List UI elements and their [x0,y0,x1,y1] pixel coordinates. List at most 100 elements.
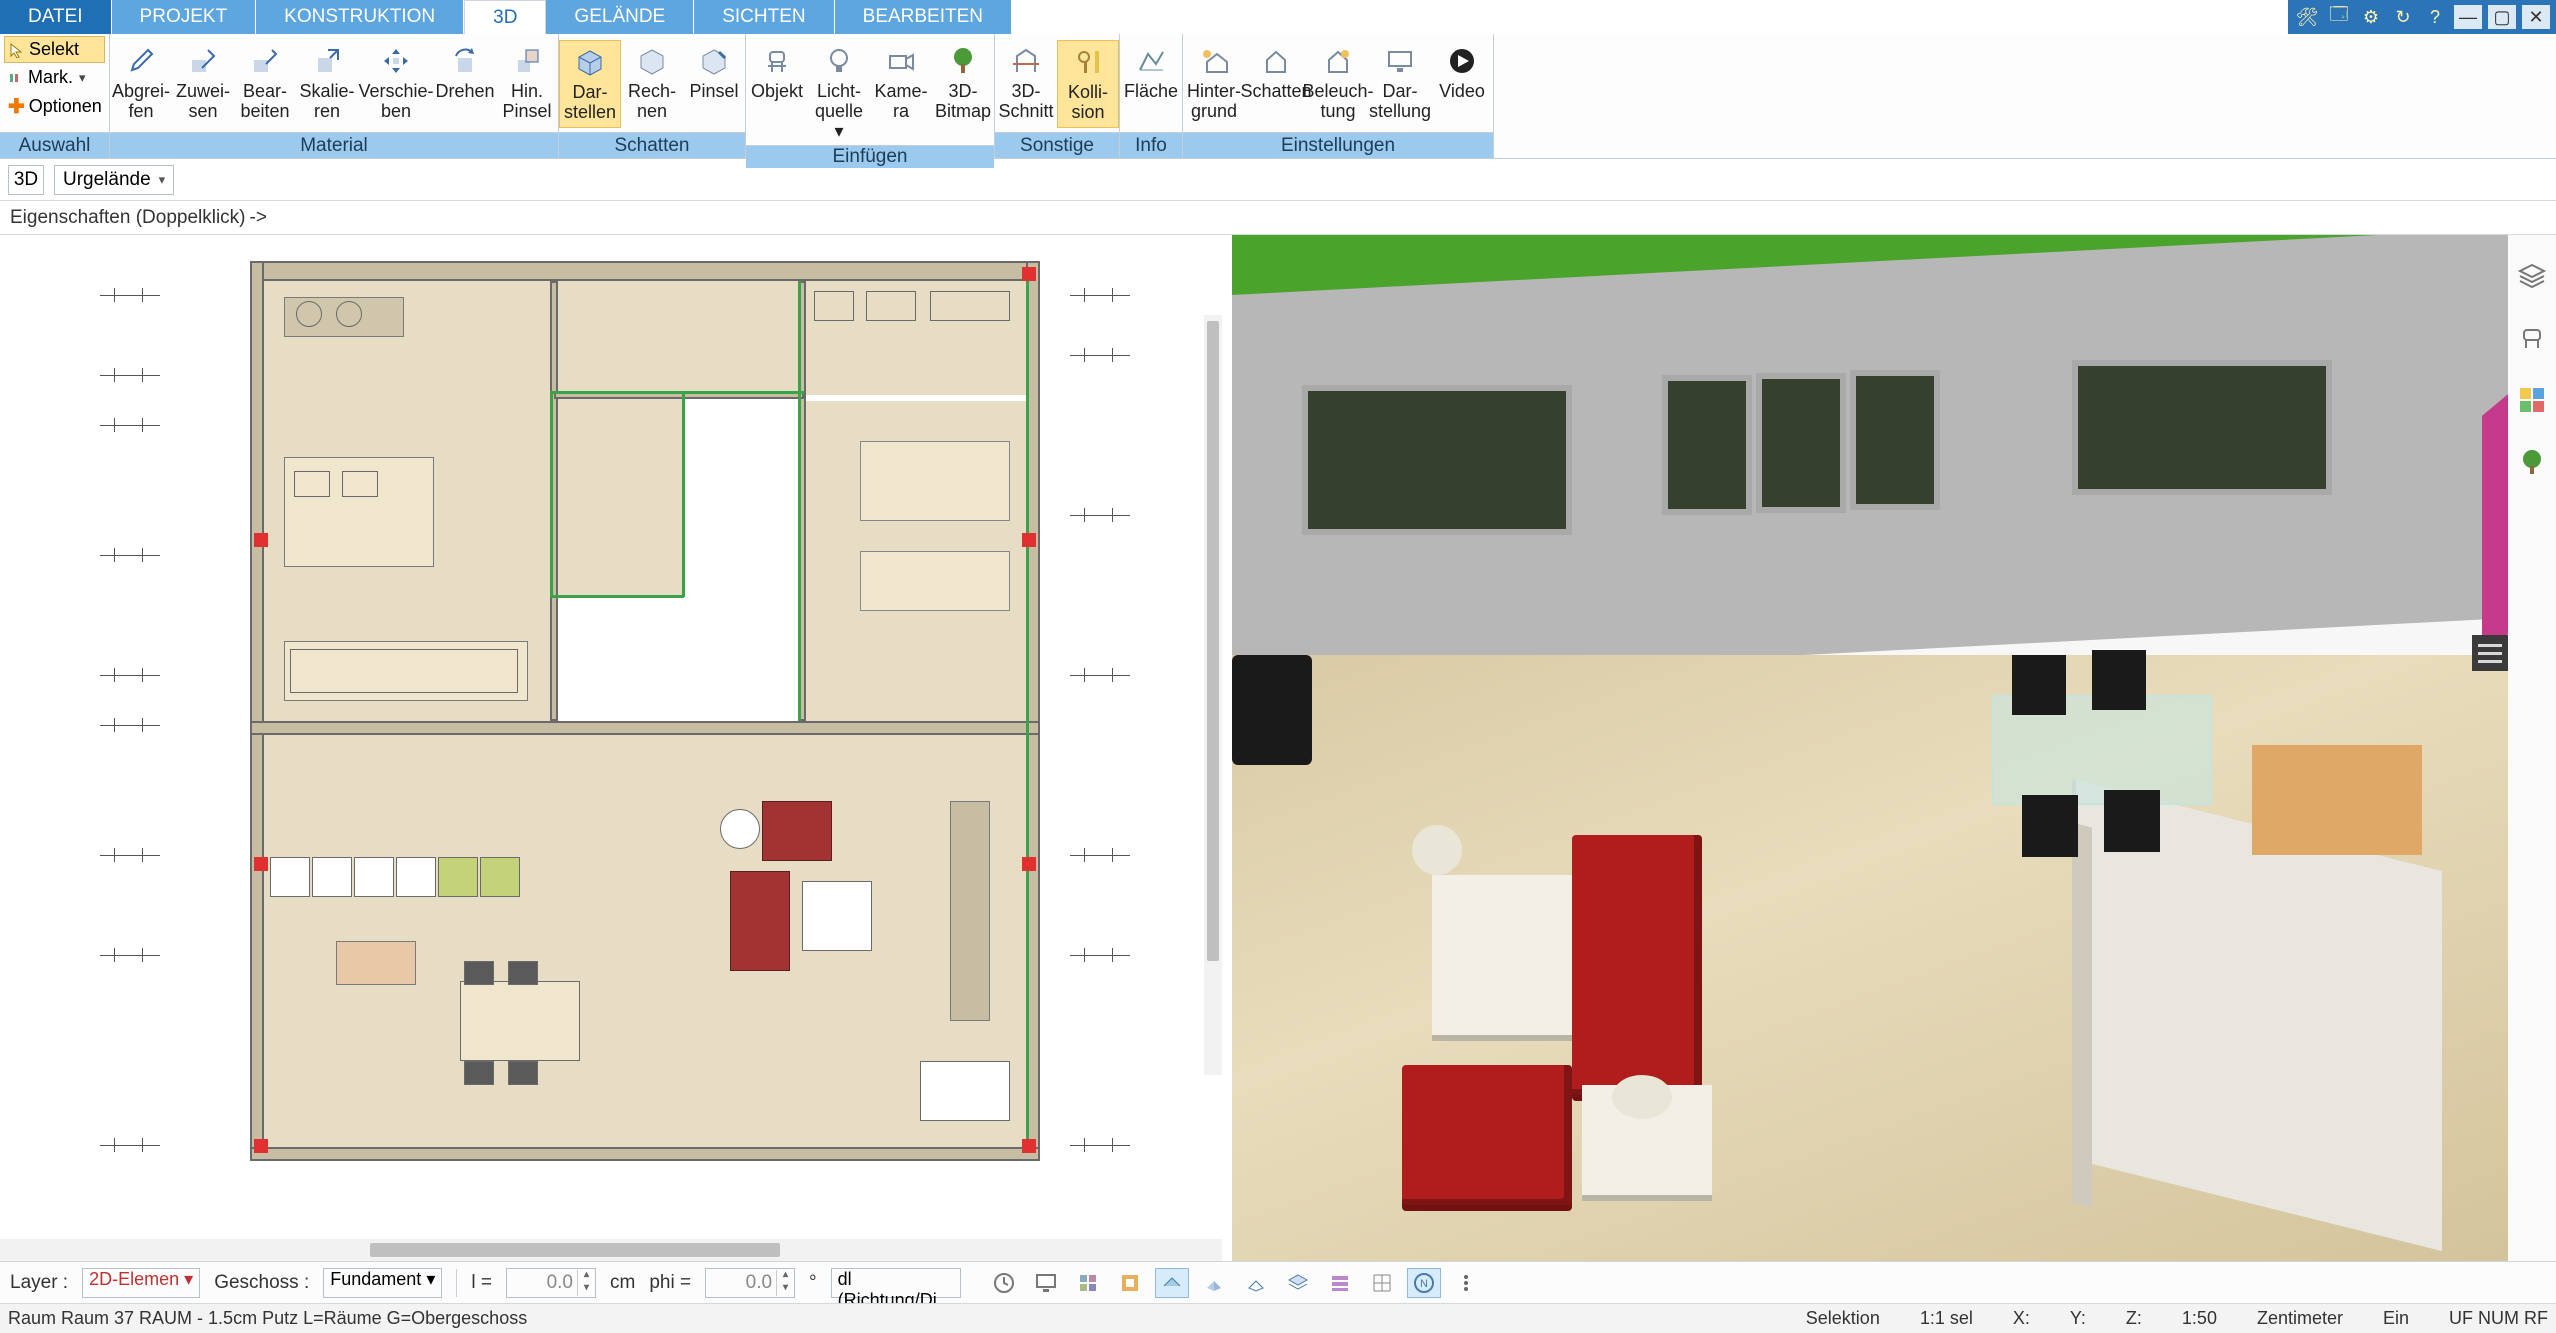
minimize-icon[interactable]: — [2454,5,2482,29]
camera-icon [882,44,920,78]
property-bar[interactable]: Eigenschaften (Doppelklick)-> [0,201,2556,235]
updates-icon[interactable]: ↻ [2390,4,2416,30]
3dbitmap-l1: 3D- [948,82,977,102]
dim-col-left [100,255,190,1175]
zuweisen-l2: sen [188,102,217,122]
lichtquelle-button[interactable]: Licht-quelle ▾ [808,40,870,145]
house-bg-icon [1195,44,1233,78]
phi-field[interactable]: 0.0▴▾ [705,1268,795,1298]
rechnen-button[interactable]: Rech-nen [621,40,683,126]
kollision-l1: Kolli- [1068,83,1108,103]
bearbeiten-button[interactable]: Bear-beiten [234,40,296,126]
beleuchtung-l2: tung [1320,102,1355,122]
spin-down-icon[interactable]: ▾ [577,1283,595,1296]
l-field[interactable]: 0.0▴▾ [506,1268,596,1298]
beleuchtung-button[interactable]: Beleuch-tung [1307,40,1369,126]
3dschnitt-button[interactable]: 3D-Schnitt [995,40,1057,126]
schatten-button[interactable]: Schatten [1245,40,1307,106]
kamera-button[interactable]: Kame-ra [870,40,932,126]
gelaende-value: Urgelände [63,169,151,191]
right-flyout-handle[interactable] [2472,635,2508,671]
zuweisen-button[interactable]: Zuwei-sen [172,40,234,126]
3d-render[interactable] [1232,235,2508,1261]
vertical-scrollbar[interactable] [1204,315,1222,1075]
menu-tab-datei[interactable]: DATEI [0,0,112,34]
hintergrund-button[interactable]: Hinter-grund [1183,40,1245,126]
selekt-label: Selekt [29,39,79,60]
spin-down-icon[interactable]: ▾ [776,1283,794,1296]
3dbitmap-button[interactable]: 3D-Bitmap [932,40,994,126]
2d-canvas[interactable] [0,235,1222,1239]
group-label-sonstige: Sonstige [995,132,1119,158]
horizontal-scrollbar[interactable] [0,1239,1222,1261]
darstellung-button[interactable]: Dar-stellung [1369,40,1431,126]
spin-up-icon[interactable]: ▴ [577,1270,595,1283]
grid-icon[interactable] [1365,1268,1399,1298]
save-icon[interactable]: 🗔 [2326,4,2352,30]
help-icon[interactable]: ? [2422,4,2448,30]
darstellen-button[interactable]: Dar-stellen [559,40,621,128]
close-icon[interactable]: ✕ [2522,5,2550,29]
spin-up-icon[interactable]: ▴ [776,1270,794,1283]
3dbitmap-l2: Bitmap [935,102,991,122]
palette-icon[interactable] [1113,1268,1147,1298]
objekt-button[interactable]: Objekt [746,40,808,106]
v-scroll-thumb[interactable] [1207,321,1219,961]
abgreifen-button[interactable]: Abgrei-fen [110,40,172,126]
menu-tab-projekt[interactable]: PROJEKT [112,0,257,34]
dropper-icon [122,44,160,78]
wrench-icon[interactable]: 🛠 [2294,4,2320,30]
grid3d-icon[interactable] [1071,1268,1105,1298]
dining-chair-3d [2104,790,2160,852]
dim-col-right [1070,255,1160,1175]
menu-tab-sichten[interactable]: SICHTEN [694,0,834,34]
palette-icon[interactable] [2515,383,2549,417]
layers-icon[interactable] [1281,1268,1315,1298]
more-icon[interactable] [1449,1268,1483,1298]
iso-left-icon[interactable] [1197,1268,1231,1298]
video-button[interactable]: Video [1431,40,1493,106]
viewmode-tag[interactable]: 3D [8,165,44,195]
menu-tab-gelaende[interactable]: GELÄNDE [546,0,694,34]
selekt-button[interactable]: Selekt [4,36,105,63]
layers-icon[interactable] [2515,259,2549,293]
verschieben-button[interactable]: Verschie-ben [358,40,434,126]
iso-right-icon[interactable] [1239,1268,1273,1298]
furniture-icon[interactable] [2515,321,2549,355]
layer-combo[interactable]: 2D-Elemen ▾ [82,1268,200,1298]
optionen-button[interactable]: ✚ Optionen [4,92,105,121]
phi-label: phi = [649,1272,691,1294]
pinsel-button[interactable]: Pinsel [683,40,745,106]
ortho-icon[interactable] [1155,1268,1189,1298]
rechnen-l2: nen [637,102,667,122]
skalieren-button[interactable]: Skalie-ren [296,40,358,126]
settings-icon[interactable]: ⚙ [2358,4,2384,30]
flaeche-button[interactable]: Fläche [1120,40,1182,106]
hinpinsel-button[interactable]: Hin.Pinsel [496,40,558,126]
mark-label: Mark. [28,67,73,88]
clock-icon[interactable] [987,1268,1021,1298]
monitor-icon[interactable] [1029,1268,1063,1298]
mark-icon [8,70,24,86]
menu-tab-3d[interactable]: 3D [464,0,546,34]
mark-button[interactable]: Mark.▾ [4,65,105,90]
maximize-icon[interactable]: ▢ [2488,5,2516,29]
tree-icon[interactable] [2515,445,2549,479]
north-icon[interactable]: N [1407,1268,1441,1298]
skalieren-l2: ren [314,102,340,122]
geschoss-combo[interactable]: Fundament ▾ [323,1268,442,1298]
gelaende-combo[interactable]: Urgelände▾ [54,165,174,195]
kollision-button[interactable]: Kolli-sion [1057,40,1119,128]
drehen-button[interactable]: Drehen [434,40,496,106]
titlebar-icons: 🛠 🗔 ⚙ ↻ ? — ▢ ✕ [2288,0,2556,34]
window-3d [2072,360,2332,495]
dl-combo[interactable]: dl (Richtung/Di [831,1268,961,1298]
menu-tab-bearbeiten[interactable]: BEARBEITEN [835,0,1012,34]
stack-icon[interactable] [1323,1268,1357,1298]
zuweisen-l1: Zuwei- [176,82,230,102]
kamera-l1: Kame- [874,82,927,102]
h-scroll-thumb[interactable] [370,1243,780,1257]
menu-tab-konstruktion[interactable]: KONSTRUKTION [256,0,464,34]
kollision-l2: sion [1071,103,1104,123]
tree-icon [944,44,982,78]
